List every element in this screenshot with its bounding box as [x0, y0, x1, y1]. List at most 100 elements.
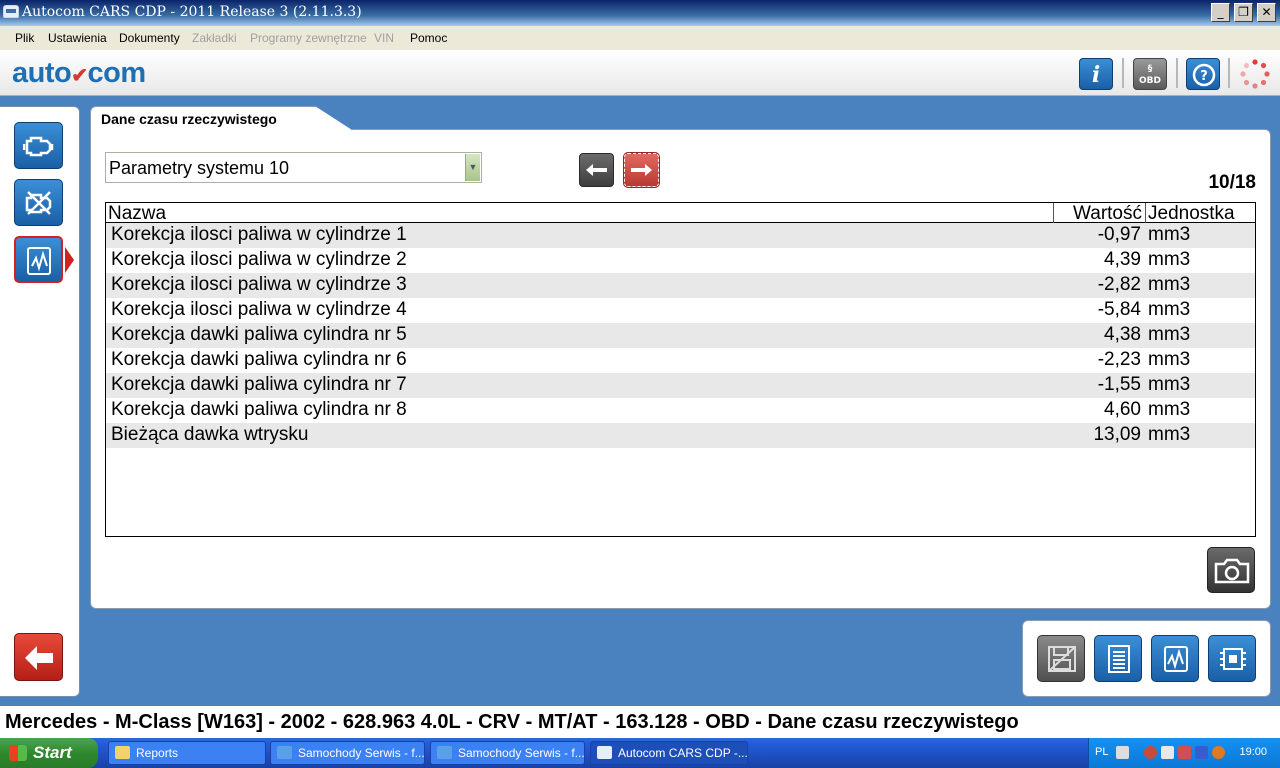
arrow-left-icon [586, 164, 607, 176]
engine-button[interactable] [14, 122, 63, 169]
table-row[interactable]: Korekcja dawki paliwa cylindra nr 8 4,60… [106, 398, 1255, 423]
taskbar-item-autocom[interactable]: Autocom CARS CDP -... [590, 741, 748, 765]
parameter-group-value: Parametry systemu 10 [109, 158, 290, 178]
ie-icon [277, 746, 292, 759]
graph-view-button[interactable] [1151, 635, 1199, 682]
menu-ustawienia[interactable]: Ustawienia [48, 31, 107, 45]
taskbar-item-reports[interactable]: Reports [108, 741, 266, 765]
camera-icon [1214, 558, 1250, 584]
info-icon[interactable]: i [1079, 58, 1113, 90]
taskbar-item-label: Autocom CARS CDP -... [618, 746, 748, 760]
active-indicator-arrow [65, 247, 74, 273]
menu-bar: Plik Ustawienia Dokumenty Zakładki Progr… [0, 26, 1280, 50]
row-name: Korekcja ilosci paliwa w cylindrze 4 [111, 299, 407, 320]
row-unit: mm3 [1148, 374, 1191, 395]
menu-pomoc[interactable]: Pomoc [410, 31, 447, 45]
column-header-unit[interactable]: Jednostka [1145, 203, 1255, 223]
table-row[interactable]: Korekcja dawki paliwa cylindra nr 5 4,38… [106, 323, 1255, 348]
folder-icon [115, 746, 130, 759]
network-icon[interactable] [1161, 746, 1174, 759]
taskbar-item-label: Samochody Serwis - f... [298, 746, 425, 760]
row-name: Bieżąca dawka wtrysku [111, 424, 309, 445]
taskbar-item-label: Samochody Serwis - f... [458, 746, 585, 760]
screenshot-button[interactable] [1207, 547, 1255, 593]
svg-text:?: ? [1200, 69, 1208, 84]
row-name: Korekcja ilosci paliwa w cylindrze 2 [111, 249, 407, 270]
live-data-table: Nazwa Wartość Jednostka Korekcja ilosci … [105, 202, 1256, 537]
row-unit: mm3 [1148, 224, 1191, 245]
minimize-button[interactable]: _ [1211, 3, 1230, 22]
table-row[interactable]: Korekcja dawki paliwa cylindra nr 6 -2,2… [106, 348, 1255, 373]
row-unit: mm3 [1148, 299, 1191, 320]
close-button[interactable]: ✕ [1257, 3, 1276, 22]
arrow-right-icon [631, 164, 652, 176]
live-data-button[interactable] [14, 236, 63, 283]
chip-icon [1220, 648, 1246, 670]
language-indicator[interactable]: PL [1095, 746, 1108, 758]
row-value: -1,55 [1097, 374, 1141, 395]
table-row[interactable]: Korekcja dawki paliwa cylindra nr 7 -1,5… [106, 373, 1255, 398]
help-icon[interactable]: ? [1186, 58, 1220, 90]
taskbar-item-browser-2[interactable]: Samochody Serwis - f... [430, 741, 585, 765]
engine-off-button[interactable] [14, 179, 63, 226]
row-unit: mm3 [1148, 324, 1191, 345]
start-button[interactable]: Start [0, 738, 98, 768]
window-title: Autocom CARS CDP - 2011 Release 3 (2.11.… [22, 4, 362, 20]
chevron-down-icon[interactable]: ▼ [465, 154, 480, 181]
page-counter: 10/18 [1208, 172, 1256, 193]
row-name: Korekcja dawki paliwa cylindra nr 8 [111, 399, 407, 420]
menu-zakladki[interactable]: Zakładki [192, 31, 237, 45]
column-header-name[interactable]: Nazwa [108, 203, 1052, 223]
graph-icon [1164, 646, 1188, 672]
menu-vin[interactable]: VIN [374, 31, 394, 45]
back-chevron-icon[interactable] [1144, 746, 1157, 759]
row-name: Korekcja ilosci paliwa w cylindrze 3 [111, 274, 407, 295]
keyboard-icon[interactable] [1116, 746, 1129, 759]
list-icon [1108, 645, 1130, 673]
taskbar-item-label: Reports [136, 746, 179, 760]
record-button[interactable] [1208, 635, 1256, 682]
row-name: Korekcja ilosci paliwa w cylindrze 1 [111, 224, 407, 245]
taskbar-item-browser-1[interactable]: Samochody Serwis - f... [270, 741, 425, 765]
column-header-value[interactable]: Wartość [1053, 203, 1145, 223]
usb-icon[interactable] [1195, 746, 1208, 759]
vehicle-status-line: Mercedes - M-Class [W163] - 2002 - 628.9… [0, 706, 1280, 738]
car-icon [3, 5, 19, 18]
engine-crossed-icon [25, 191, 52, 215]
next-page-button[interactable] [623, 152, 660, 188]
row-value: -5,84 [1097, 299, 1141, 320]
menu-plik[interactable]: Plik [15, 31, 34, 45]
table-row[interactable]: Korekcja ilosci paliwa w cylindrze 4 -5,… [106, 298, 1255, 323]
table-row[interactable]: Korekcja ilosci paliwa w cylindrze 1 -0,… [106, 223, 1255, 248]
previous-page-button[interactable] [579, 153, 614, 187]
row-value: -2,23 [1097, 349, 1141, 370]
save-button[interactable] [1037, 635, 1085, 682]
back-arrow-icon [25, 646, 53, 670]
row-value: 4,39 [1104, 249, 1141, 270]
row-value: -0,97 [1097, 224, 1141, 245]
row-value: 13,09 [1093, 424, 1141, 445]
obd-icon[interactable]: § OBD [1133, 58, 1167, 90]
back-button[interactable] [14, 633, 63, 681]
windows-logo-icon [9, 745, 27, 761]
loading-spinner-icon [1238, 58, 1272, 90]
table-row[interactable]: Bieżąca dawka wtrysku 13,09 mm3 [106, 423, 1255, 448]
menu-programy-zewnetrzne[interactable]: Programy zewnętrzne [250, 31, 367, 45]
table-row[interactable]: Korekcja ilosci paliwa w cylindrze 3 -2,… [106, 273, 1255, 298]
maximize-button[interactable]: ❐ [1234, 3, 1253, 22]
row-unit: mm3 [1148, 274, 1191, 295]
parameter-list-button[interactable] [1094, 635, 1142, 682]
row-value: -2,82 [1097, 274, 1141, 295]
table-row[interactable]: Korekcja ilosci paliwa w cylindrze 2 4,3… [106, 248, 1255, 273]
menu-dokumenty[interactable]: Dokumenty [119, 31, 180, 45]
security-icon[interactable] [1178, 746, 1191, 759]
parameter-group-select[interactable]: Parametry systemu 10 ▼ [105, 152, 482, 183]
clock: 19:00 [1239, 746, 1267, 758]
vehicle-info: Mercedes - M-Class [W163] - 2002 - 628.9… [5, 711, 1019, 733]
row-name: Korekcja dawki paliwa cylindra nr 5 [111, 324, 407, 345]
update-icon[interactable] [1212, 746, 1225, 759]
car-icon [597, 746, 612, 759]
table-header: Nazwa Wartość Jednostka [106, 203, 1255, 223]
row-value: 4,38 [1104, 324, 1141, 345]
floppy-disk-icon [1048, 646, 1076, 672]
